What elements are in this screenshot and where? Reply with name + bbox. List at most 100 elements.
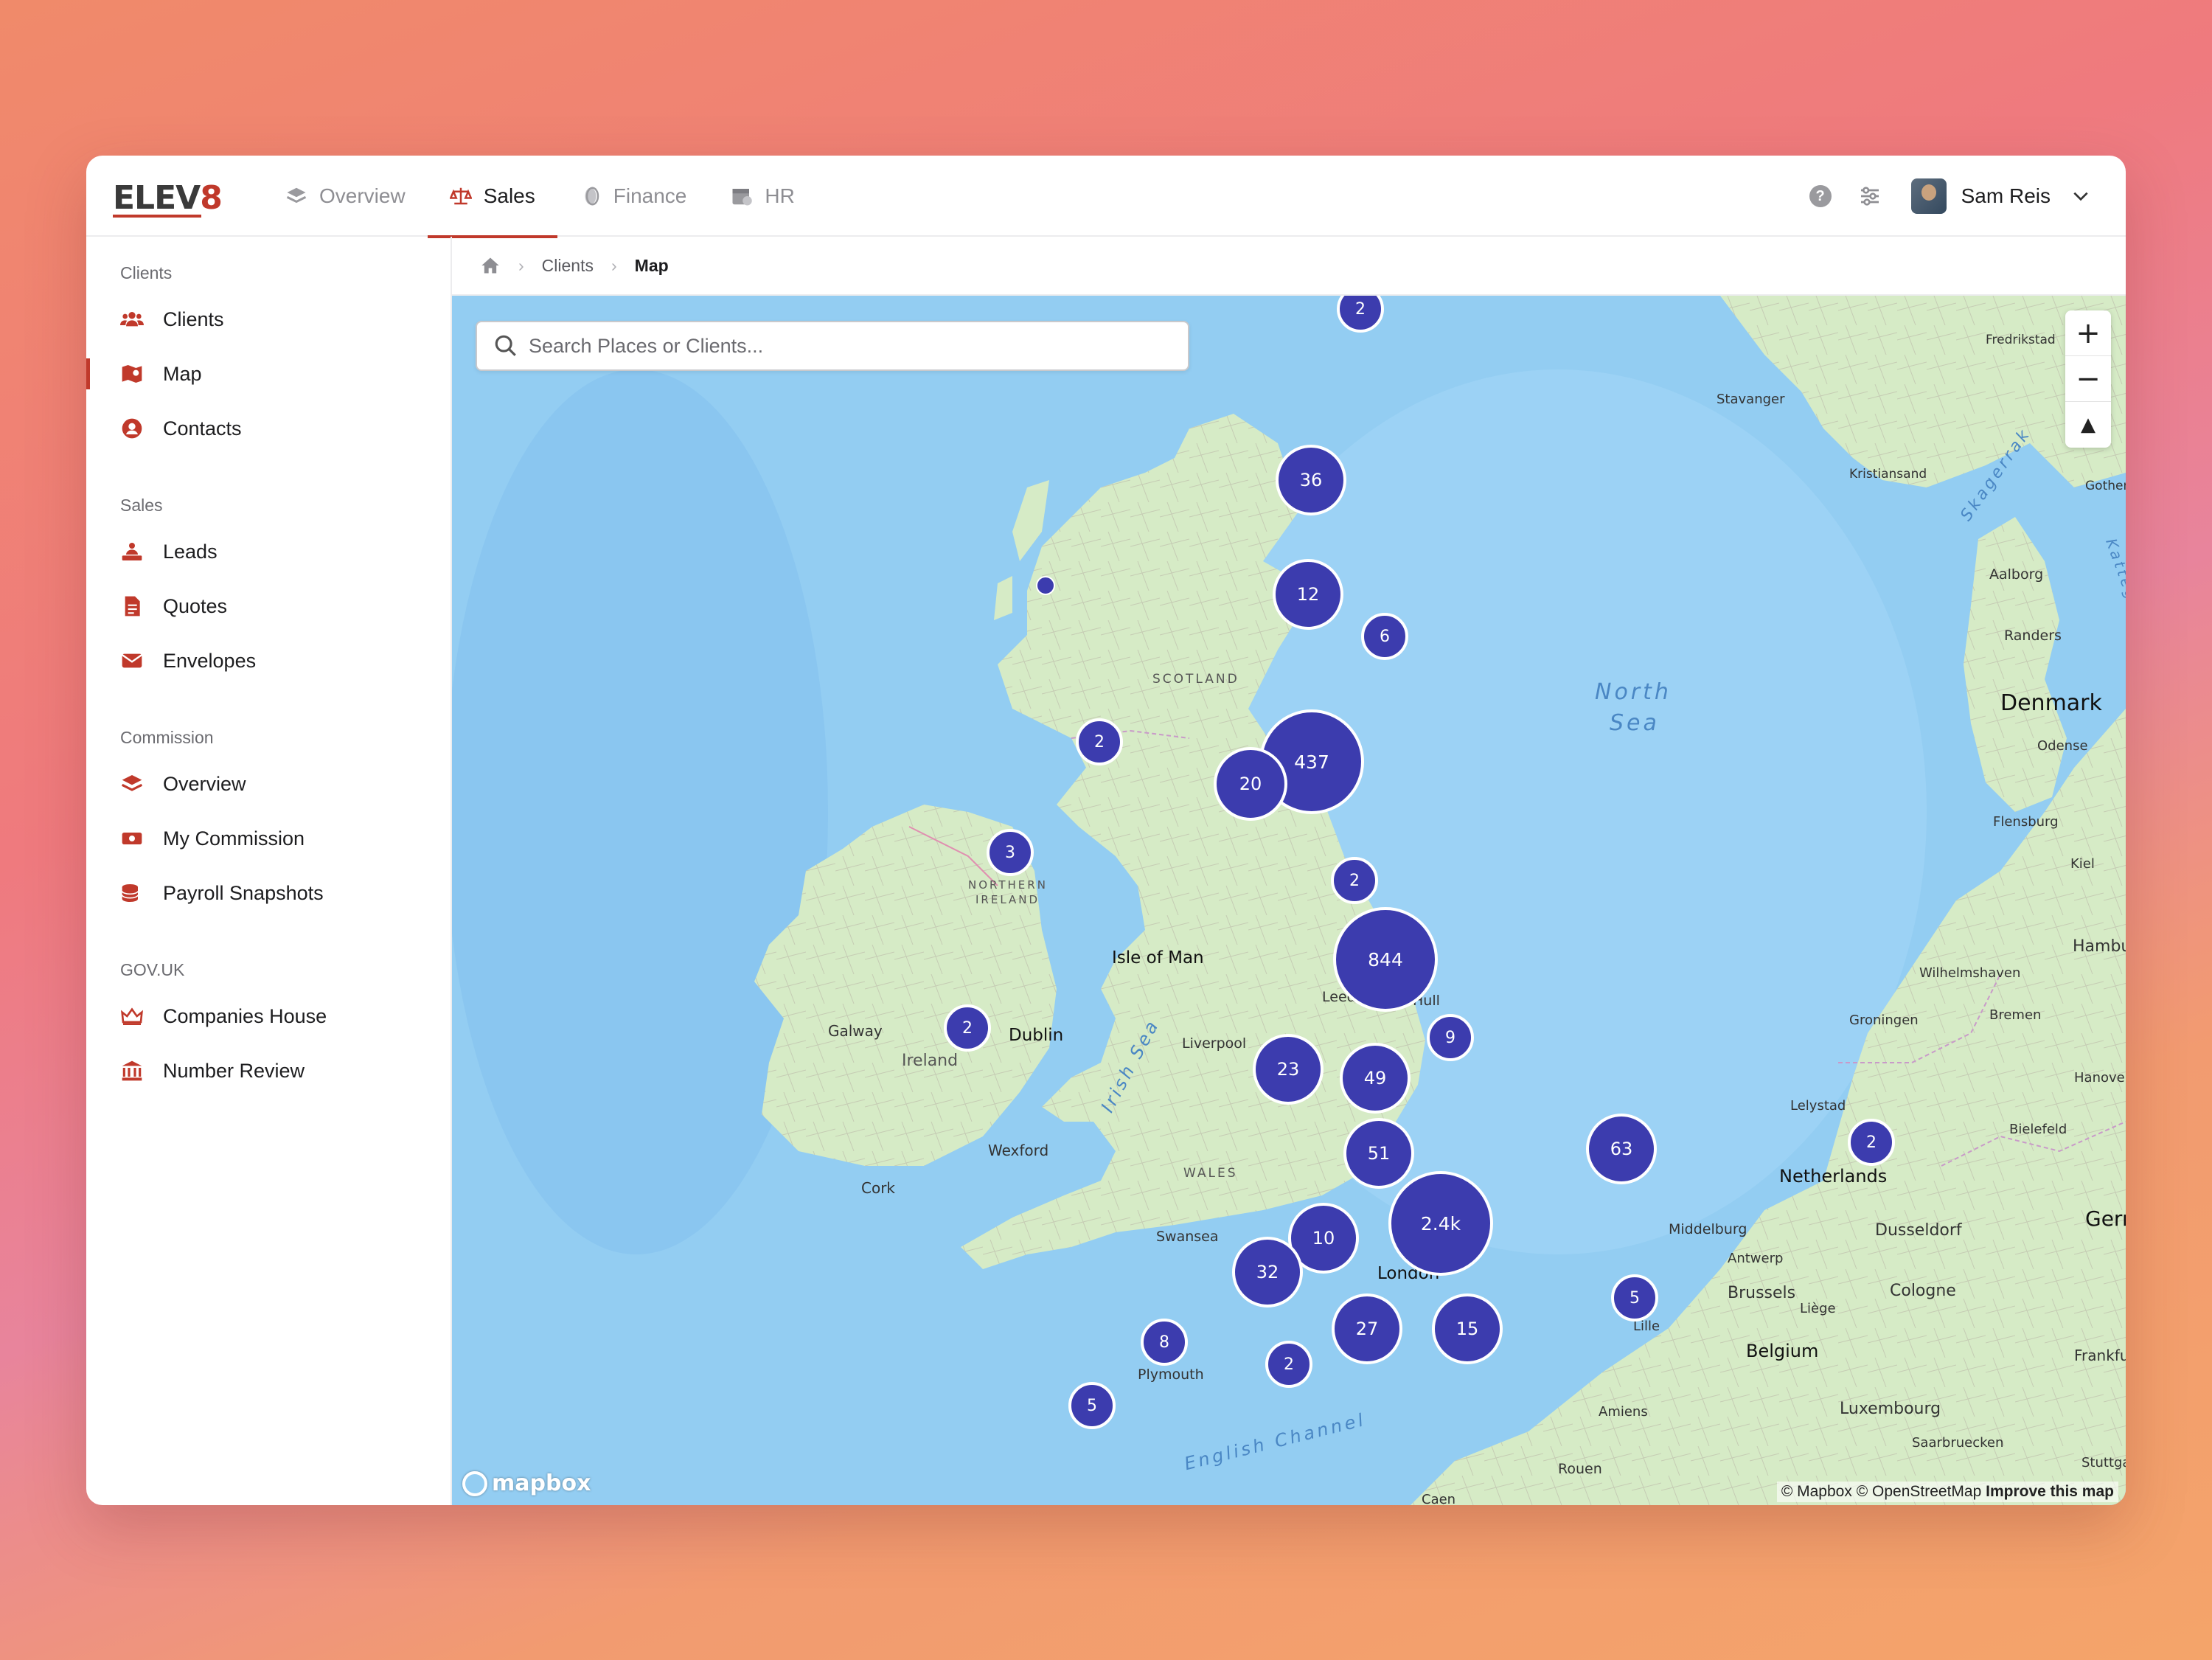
map-label-middelburg: Middelburg <box>1669 1221 1747 1237</box>
map-label-scotland: SCOTLAND <box>1152 672 1239 687</box>
map-label-dusseldorf: Dusseldorf <box>1875 1221 1962 1240</box>
client-cluster-marker[interactable]: 6 <box>1361 613 1408 660</box>
document-icon <box>125 596 140 617</box>
top-bar: ELEV8 Overview Sales Finance HR ? Sam Re… <box>86 156 2126 238</box>
client-cluster-marker[interactable]: 3 <box>987 829 1034 876</box>
attribution-osm[interactable]: © OpenStreetMap <box>1857 1483 1982 1500</box>
home-icon[interactable] <box>480 255 501 276</box>
client-cluster-marker[interactable]: 9 <box>1427 1014 1474 1061</box>
map-label-kiel: Kiel <box>2070 856 2095 872</box>
map-label-wales: WALES <box>1183 1166 1238 1181</box>
scale-icon <box>449 187 472 205</box>
sidebar-item-number-review[interactable]: Number Review <box>86 1043 451 1098</box>
client-cluster-marker[interactable]: 36 <box>1276 445 1346 515</box>
map-label-wilhelmshaven: Wilhelmshaven <box>1919 965 2021 981</box>
client-cluster-marker[interactable]: 5 <box>1068 1382 1116 1429</box>
client-cluster-marker[interactable]: 2.4k <box>1388 1171 1493 1276</box>
sidebar-section-title: Sales <box>120 496 163 515</box>
breadcrumb-map: Map <box>634 255 669 275</box>
client-cluster-marker[interactable]: 2 <box>1076 718 1123 765</box>
client-cluster-marker[interactable]: 5 <box>1611 1274 1658 1322</box>
map-label-flensburg: Flensburg <box>1993 814 2059 830</box>
crown-icon <box>121 1007 143 1025</box>
map-label-liege: Liège <box>1800 1301 1836 1316</box>
envelope-icon <box>121 653 143 668</box>
user-circle-icon <box>122 418 142 439</box>
client-cluster-marker[interactable]: 8 <box>1141 1319 1188 1366</box>
zoom-out-button[interactable]: − <box>2065 356 2111 402</box>
map-label-stuttgart: Stuttga <box>2081 1455 2126 1470</box>
sidebar-item-quotes[interactable]: Quotes <box>86 579 451 633</box>
search-icon <box>495 335 516 356</box>
sidebar-item-payroll-snapshots[interactable]: Payroll Snapshots <box>86 866 451 920</box>
sidebar-item-contacts[interactable]: Contacts <box>86 401 451 456</box>
client-cluster-marker[interactable]: 2 <box>1265 1341 1312 1388</box>
sidebar-item-companies-house[interactable]: Companies House <box>86 989 451 1043</box>
sidebar-item-map[interactable]: Map <box>86 347 451 401</box>
map-label-groningen: Groningen <box>1849 1013 1919 1028</box>
client-cluster-marker[interactable]: 49 <box>1340 1043 1411 1114</box>
client-cluster-marker[interactable]: 2 <box>1848 1119 1895 1166</box>
client-cluster-marker[interactable]: 32 <box>1232 1237 1303 1307</box>
zoom-in-button[interactable]: + <box>2065 310 2111 356</box>
layers-icon <box>286 187 307 204</box>
elev8-logo[interactable]: ELEV8 <box>113 176 223 218</box>
breadcrumb-clients[interactable]: Clients <box>542 256 594 276</box>
sliders-icon[interactable] <box>1858 184 1882 208</box>
map-label-hanover: Hanover <box>2074 1070 2126 1086</box>
client-cluster-marker[interactable]: 51 <box>1343 1118 1414 1189</box>
client-point-marker[interactable] <box>1036 576 1055 595</box>
client-cluster-marker[interactable]: 23 <box>1253 1034 1324 1105</box>
nav-hr[interactable]: HR <box>709 156 816 237</box>
sidebar-item-clients[interactable]: Clients <box>86 292 451 347</box>
client-cluster-marker[interactable]: 20 <box>1214 747 1287 821</box>
map-label-northern-ireland: NORTHERN <box>968 878 1048 892</box>
map-label-lelystad: Lelystad <box>1790 1098 1846 1114</box>
map-label-northern-ireland: IRELAND <box>975 893 1040 906</box>
sidebar-section-title: Commission <box>120 728 214 747</box>
map-label-amiens: Amiens <box>1599 1404 1648 1420</box>
nav-sales[interactable]: Sales <box>427 156 557 238</box>
avatar[interactable] <box>1910 178 1947 214</box>
improve-map-link[interactable]: Improve this map <box>1986 1483 2114 1500</box>
map-label-netherlands: Netherlands <box>1779 1166 1888 1187</box>
map-label-caen: Caen <box>1422 1492 1456 1505</box>
client-cluster-marker[interactable]: 844 <box>1333 907 1438 1012</box>
map-label-kristiansand: Kristiansand <box>1849 467 1927 482</box>
chevron-down-icon[interactable] <box>2071 187 2090 206</box>
sidebar-section-title: Clients <box>120 263 173 282</box>
client-cluster-marker[interactable]: 27 <box>1332 1293 1402 1364</box>
map-icon <box>122 365 142 383</box>
client-cluster-marker[interactable]: 15 <box>1432 1293 1503 1364</box>
sidebar-item-commission-overview[interactable]: Overview <box>86 757 451 811</box>
map-view[interactable]: SCOTLAND NORTHERN IRELAND Isle of Man Ga… <box>452 296 2126 1505</box>
map-label-belgium: Belgium <box>1746 1341 1819 1361</box>
coins-stack-icon <box>121 884 139 902</box>
help-icon[interactable]: ? <box>1809 185 1832 207</box>
map-label-cork: Cork <box>861 1179 896 1197</box>
money-icon <box>122 833 142 844</box>
client-cluster-marker[interactable]: 2 <box>944 1004 991 1052</box>
sidebar-item-envelopes[interactable]: Envelopes <box>86 633 451 688</box>
leads-icon <box>122 543 142 560</box>
sidebar-item-leads[interactable]: Leads <box>86 524 451 579</box>
map-search <box>476 321 1189 371</box>
bank-icon <box>122 1060 142 1081</box>
map-label-denmark: Denmark <box>2000 690 2102 716</box>
mapbox-logo[interactable]: mapbox <box>462 1470 591 1496</box>
client-cluster-marker[interactable]: 2 <box>1331 857 1378 904</box>
map-label-liverpool: Liverpool <box>1182 1035 1247 1052</box>
map-label-brussels: Brussels <box>1728 1284 1796 1302</box>
user-name[interactable]: Sam Reis <box>1961 184 2051 208</box>
attribution-mapbox[interactable]: © Mapbox <box>1781 1483 1852 1500</box>
nav-finance[interactable]: Finance <box>557 156 709 237</box>
sidebar-item-my-commission[interactable]: My Commission <box>86 811 451 866</box>
breadcrumb: › Clients › Map <box>452 237 2126 296</box>
client-cluster-marker[interactable]: 63 <box>1586 1114 1657 1184</box>
chevron-right-icon: › <box>518 255 524 275</box>
coins-icon <box>585 187 599 206</box>
compass-button[interactable]: ▲ <box>2065 402 2111 448</box>
search-input[interactable] <box>529 334 1163 358</box>
nav-overview[interactable]: Overview <box>263 156 428 237</box>
client-cluster-marker[interactable]: 12 <box>1273 559 1343 630</box>
